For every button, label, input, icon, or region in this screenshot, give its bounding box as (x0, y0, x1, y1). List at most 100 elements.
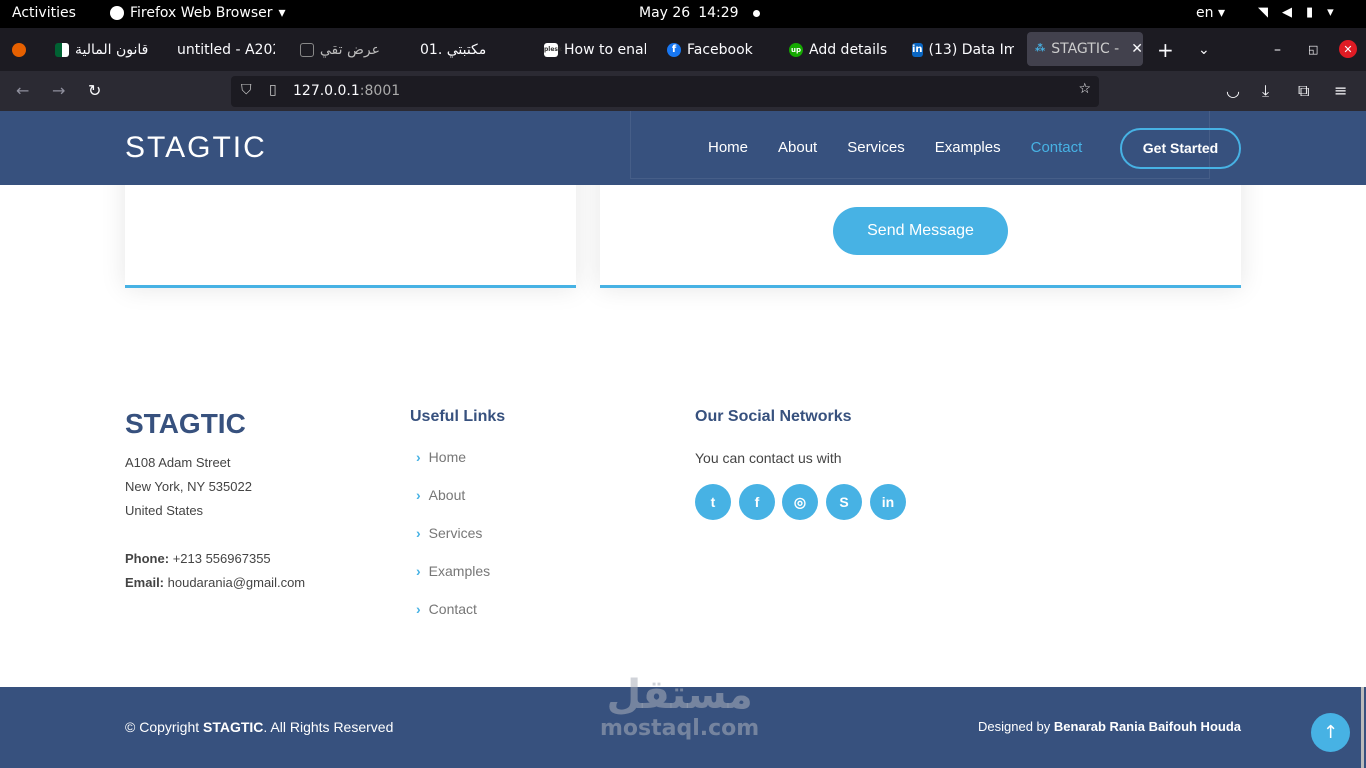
tab-label: Facebook (687, 41, 753, 58)
tab-item[interactable]: in (13) Data Im (912, 28, 1014, 71)
footer-link-examples[interactable]: › Examples (416, 563, 490, 579)
url-bar[interactable]: ⛉ ▯ 127.0.0.1:8001 ☆ (231, 76, 1099, 107)
chevron-right-icon: › (416, 449, 421, 465)
tab-list-icon[interactable]: ⌄ (1198, 28, 1210, 71)
tab-label: قانون المالية (75, 41, 149, 58)
language-label: en (1196, 5, 1214, 21)
chevron-right-icon: › (416, 525, 421, 541)
activities-button[interactable]: Activities (12, 5, 76, 21)
footer-link-home[interactable]: › Home (416, 449, 466, 465)
copyright-suffix: . All Rights Reserved (263, 719, 394, 735)
chevron-right-icon: › (416, 563, 421, 579)
send-message-button[interactable]: Send Message (833, 207, 1008, 255)
linkedin-icon[interactable]: in (870, 484, 906, 520)
back-to-top-button[interactable]: ↑ (1311, 713, 1350, 752)
shield-icon[interactable]: ⛉ (241, 82, 252, 98)
browser-nav-bar: ← → ↻ ⛉ ▯ 127.0.0.1:8001 ☆ ◡ ⤓ ⧉ ≡ (0, 71, 1366, 111)
footer-link-label: Services (428, 525, 483, 541)
phone-label: Phone: (125, 551, 170, 566)
system-tray[interactable]: ◥ ◀ ▮ ▾ (1258, 5, 1334, 20)
social-title: Our Social Networks (695, 408, 852, 425)
site-header: STAGTIC Home About Services Examples Con… (0, 111, 1366, 185)
firefox-icon (110, 6, 124, 20)
hamburger-menu-icon[interactable]: ≡ (1334, 81, 1347, 100)
notification-dot (752, 9, 760, 17)
pocket-icon[interactable]: ◡ (1226, 81, 1240, 100)
watermark-latin: mostaql.com (600, 716, 760, 741)
nav-examples[interactable]: Examples (935, 139, 1001, 156)
tab-label: Add details (809, 41, 888, 58)
bookmark-star-icon[interactable]: ☆ (1078, 81, 1091, 97)
tab-item[interactable]: عرض تقي (300, 28, 380, 71)
credits-author[interactable]: Benarab Rania Baifouh Houda (1054, 719, 1241, 734)
back-icon[interactable]: ← (16, 81, 29, 100)
address-line: A108 Adam Street (125, 455, 231, 470)
copyright-brand: STAGTIC (203, 719, 264, 735)
site-nav: Home About Services Examples Contact (708, 139, 1082, 156)
url-host: 127.0.0.1 (293, 83, 360, 99)
nav-services[interactable]: Services (847, 139, 905, 156)
tab-item[interactable]: untitled - A202 (177, 28, 275, 71)
nav-home[interactable]: Home (708, 139, 748, 156)
browser-tab-bar: قانون المالية untitled - A202 عرض تقي 01… (0, 28, 1366, 71)
get-started-button[interactable]: Get Started (1120, 128, 1241, 169)
chevron-right-icon: › (416, 601, 421, 617)
tab-item[interactable]: up Add details (789, 28, 894, 71)
nav-contact[interactable]: Contact (1031, 139, 1083, 156)
extensions-icon[interactable]: ⧉ (1298, 81, 1309, 101)
chevron-down-icon: ▾ (1327, 5, 1334, 20)
language-indicator[interactable]: en ▾ (1196, 5, 1225, 21)
footer-link-about[interactable]: › About (416, 487, 465, 503)
system-top-bar: Activities Firefox Web Browser ▾ May 26 … (0, 0, 1366, 28)
tab-item[interactable]: قانون المالية (55, 28, 155, 71)
tab-label: STAGTIC - (1051, 41, 1120, 57)
footer-link-label: Contact (428, 601, 477, 617)
copyright-prefix: © Copyright (125, 719, 200, 735)
tab-label: How to enab (564, 41, 646, 58)
new-tab-button[interactable]: + (1157, 28, 1174, 71)
footer-link-services[interactable]: › Services (416, 525, 482, 541)
nav-about[interactable]: About (778, 139, 817, 156)
tab-label: عرض تقي (319, 41, 380, 58)
document-icon (300, 42, 314, 57)
site-logo[interactable]: STAGTIC (125, 131, 267, 165)
instagram-icon[interactable]: ◎ (782, 484, 818, 520)
window-close-icon[interactable]: ✕ (1339, 40, 1357, 58)
maximize-icon[interactable]: ◱ (1308, 28, 1318, 71)
stagtic-icon: ⁂ (1035, 43, 1046, 54)
url-port: :8001 (359, 83, 401, 99)
copyright: © Copyright STAGTIC. All Rights Reserved (125, 719, 393, 735)
tab-label: untitled - A202 (177, 41, 275, 58)
footer-link-label: Home (428, 449, 467, 465)
tab-active[interactable]: ⁂ STAGTIC - ✕ (1027, 32, 1143, 66)
linkedin-icon: in (912, 42, 923, 57)
forward-icon[interactable]: → (52, 81, 65, 100)
reload-icon[interactable]: ↻ (88, 81, 101, 100)
tab-label: (13) Data Im (928, 41, 1014, 58)
social-text: You can contact us with (695, 450, 842, 466)
tab-item[interactable]: f Facebook (667, 28, 767, 71)
url-text: 127.0.0.1:8001 (293, 83, 400, 99)
tab-label: 01. مكتبتي (420, 41, 487, 58)
skype-icon[interactable]: S (826, 484, 862, 520)
twitter-icon[interactable]: t (695, 484, 731, 520)
close-icon[interactable]: ✕ (1131, 41, 1143, 57)
footer-link-contact[interactable]: › Contact (416, 601, 477, 617)
watermark-arabic: مستقل (606, 672, 753, 718)
upwork-icon: up (789, 42, 803, 57)
volume-icon: ◀ (1282, 5, 1292, 20)
tab-item[interactable]: plesk How to enab (544, 28, 646, 71)
useful-links-title: Useful Links (410, 408, 506, 425)
app-menu[interactable]: Firefox Web Browser ▾ (110, 5, 286, 21)
tab-item[interactable]: 01. مكتبتي (420, 28, 520, 71)
credits: Designed by Benarab Rania Baifouh Houda (978, 719, 1241, 734)
minimize-icon[interactable]: – (1274, 28, 1281, 71)
download-icon[interactable]: ⤓ (1262, 81, 1269, 101)
footer-link-label: Examples (428, 563, 491, 579)
footer-logo: STAGTIC (125, 408, 246, 439)
firefox-view-icon[interactable] (12, 28, 26, 71)
scrollbar[interactable] (1361, 687, 1364, 768)
facebook-icon[interactable]: f (739, 484, 775, 520)
credits-prefix: Designed by (978, 719, 1051, 734)
clock[interactable]: May 26 14:29 (639, 5, 760, 21)
